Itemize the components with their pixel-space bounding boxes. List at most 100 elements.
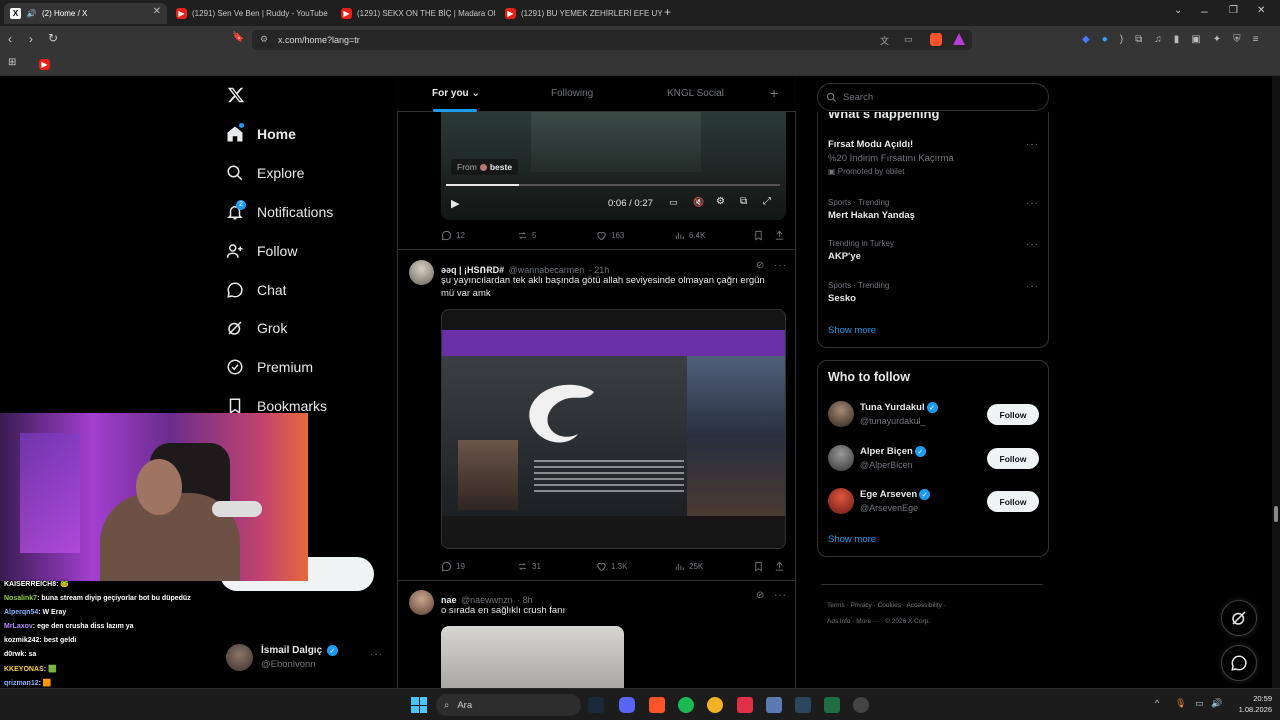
youtube-bookmark-icon[interactable]: ▶ (39, 59, 50, 70)
volume-icon[interactable]: 🔊 (1211, 698, 1222, 709)
steam-app-icon[interactable] (795, 697, 811, 713)
trend-item[interactable]: Trending in Turkey AKP'ye ··· (828, 239, 1043, 262)
nav-follow[interactable]: Follow (226, 236, 297, 266)
extension-icon-3[interactable]: ) (1120, 34, 1123, 48)
browser-tab-youtube-3[interactable]: ▶ (1291) BU YEMEK ZEHİRLERİ EFE UYG (499, 3, 662, 24)
menu-icon[interactable]: ≡ (1253, 34, 1259, 48)
brave-app-icon[interactable] (649, 697, 665, 713)
like-button[interactable]: 163 (596, 230, 624, 241)
follow-suggestion[interactable]: Alper Biçen ✓ @AlperBicen Follow (828, 445, 1043, 475)
extensions-puzzle-icon[interactable]: ⧉ (1135, 34, 1142, 48)
app-icon[interactable] (737, 697, 753, 713)
nav-explore[interactable]: Explore (226, 158, 304, 188)
microphone-icon[interactable]: 🎙 (1175, 698, 1186, 709)
site-info-icon[interactable]: ⚙ (260, 34, 268, 45)
account-switcher[interactable]: İsmail Dalgıç ✓ @Ebonlvonn ··· (226, 644, 386, 672)
media-icon[interactable]: ♫ (1154, 34, 1162, 48)
tab-search-icon[interactable]: ⌄ (1174, 5, 1182, 16)
reply-button[interactable]: 19 (441, 561, 465, 572)
show-more-trends-link[interactable]: Show more (828, 325, 876, 336)
nav-grok[interactable]: Grok (226, 313, 287, 343)
reply-button[interactable]: 12 (441, 230, 465, 241)
close-tab-icon[interactable]: ✕ (153, 6, 161, 17)
follow-button[interactable]: Follow (987, 404, 1039, 425)
captions-icon[interactable]: ▭ (669, 197, 678, 208)
steam-app-icon[interactable] (588, 697, 604, 713)
nav-home[interactable]: Home (226, 119, 296, 149)
network-icon[interactable]: ▭ (1195, 698, 1204, 709)
trend-item[interactable]: Sports · Trending Sesko ··· (828, 281, 1043, 304)
discord-app-icon[interactable] (619, 697, 635, 713)
app-icon[interactable] (853, 697, 869, 713)
video-progress-track[interactable] (446, 184, 780, 186)
taskbar-search[interactable]: ⌕ Ara (436, 694, 581, 716)
scrollbar-thumb[interactable] (1274, 506, 1278, 522)
app-icon[interactable] (766, 697, 782, 713)
bookmark-post-button[interactable] (753, 230, 764, 241)
apps-grid-icon[interactable]: ⊞ (8, 57, 16, 68)
share-button[interactable] (774, 561, 785, 572)
more-icon[interactable]: ··· (774, 590, 787, 601)
repost-button[interactable]: 5 (517, 230, 536, 241)
x-logo-icon[interactable] (227, 86, 245, 104)
more-icon[interactable]: ··· (1026, 139, 1039, 150)
bookmark-post-button[interactable] (753, 561, 764, 572)
search-input[interactable]: Search (817, 83, 1049, 111)
follow-button[interactable]: Follow (987, 491, 1039, 512)
grok-floating-button[interactable] (1221, 600, 1257, 636)
translate-icon[interactable]: 文 (880, 34, 889, 47)
footer-link[interactable]: Privacy (850, 602, 871, 609)
fullscreen-icon[interactable]: ⤢ (763, 196, 771, 207)
views-button[interactable]: 6.4K (674, 230, 705, 241)
repost-button[interactable]: 31 (517, 561, 541, 572)
like-button[interactable]: 1.3K (596, 561, 627, 572)
follow-suggestion[interactable]: Ege Arseven ✓ @ArsevenEge Follow (828, 488, 1043, 518)
footer-link[interactable]: Cookies (878, 602, 901, 609)
sidebar-icon[interactable]: ▮ (1174, 34, 1180, 48)
spotify-app-icon[interactable] (678, 697, 694, 713)
follow-button[interactable]: Follow (987, 448, 1039, 469)
taskbar-clock[interactable]: 20:59 1.08.2026 (1230, 693, 1272, 715)
url-field[interactable]: ⚙ x.com/home?lang=tr 文 ▭ (252, 30, 972, 50)
start-icon[interactable] (411, 697, 427, 713)
tray-chevron-icon[interactable]: ^ (1155, 698, 1159, 708)
pip-icon[interactable]: ⧉ (740, 196, 747, 207)
new-tab-icon[interactable]: + (664, 5, 671, 19)
avatar[interactable] (409, 590, 434, 615)
add-tab-icon[interactable]: + (770, 85, 778, 101)
forward-icon[interactable]: › (29, 32, 33, 46)
browser-tab-youtube-1[interactable]: ▶ (1291) Sen Ve Ben | Ruddy - YouTube (170, 3, 333, 24)
mute-icon[interactable]: 🔇 (693, 197, 704, 208)
more-icon[interactable]: ··· (1026, 281, 1039, 292)
brave-rewards-icon[interactable] (953, 33, 965, 45)
trend-item-promoted[interactable]: Fırsat Modu Açıldı! %20 İndirim Fırsatın… (828, 139, 1043, 176)
more-icon[interactable]: ··· (1026, 239, 1039, 250)
browser-tab-x-home[interactable]: X 🔊 (2) Home / X ✕ (4, 3, 167, 24)
footer-link[interactable]: More ··· (856, 618, 879, 625)
app-icon[interactable] (707, 697, 723, 713)
footer-link[interactable]: Ads info (827, 618, 851, 625)
speaker-icon[interactable]: 🔊 (26, 8, 37, 19)
tab-kngl-social[interactable]: KNGL Social (667, 88, 724, 99)
leo-ai-icon[interactable]: ✦ (1213, 34, 1221, 48)
brave-shield-icon[interactable] (930, 33, 942, 46)
tab-for-you[interactable]: For you ⌄ (432, 88, 480, 99)
more-icon[interactable]: ··· (1026, 198, 1039, 209)
footer-link[interactable]: Accessibility (906, 602, 941, 609)
minimize-icon[interactable]: – (1201, 4, 1208, 18)
maximize-icon[interactable]: ❐ (1229, 5, 1238, 16)
trend-item[interactable]: Sports · Trending Mert Hakan Yandaş ··· (828, 198, 1043, 221)
nav-premium[interactable]: Premium (226, 352, 313, 382)
messages-floating-button[interactable] (1221, 645, 1257, 681)
vpn-icon[interactable]: ⛨ (1233, 34, 1241, 48)
wallet-icon[interactable]: ▣ (1191, 34, 1200, 48)
page-scrollbar[interactable] (1272, 76, 1280, 688)
follow-suggestion[interactable]: Tuna Yurdakul ✓ @tunayurdakul_ Follow (828, 401, 1043, 431)
grok-explain-icon[interactable]: ⊘ (756, 260, 764, 271)
app-icon[interactable] (824, 697, 840, 713)
from-badge[interactable]: From beste (451, 159, 519, 175)
extension-icon-1[interactable]: ◆ (1082, 34, 1090, 48)
avatar[interactable] (409, 260, 434, 285)
extension-icon-2[interactable]: ● (1102, 34, 1108, 48)
video-player[interactable]: From beste ▶ 0:06 / 0:27 ▭ 🔇 ⚙ ⧉ ⤢ (441, 112, 786, 220)
